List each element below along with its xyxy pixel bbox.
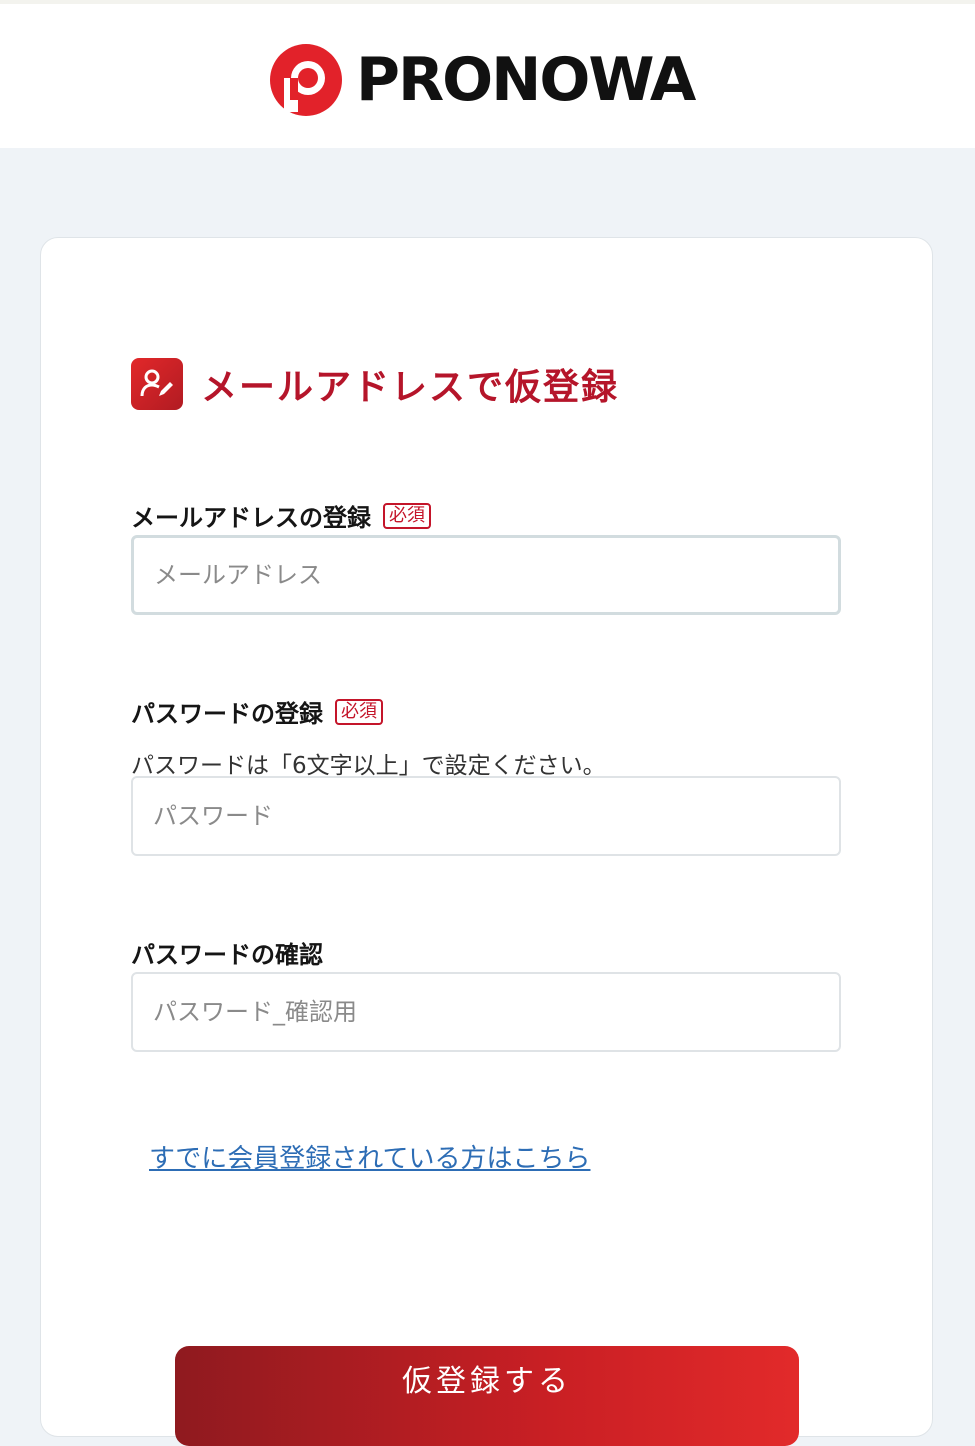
email-label: メールアドレスの登録 必須 [131,498,431,533]
registration-card: メールアドレスで仮登録 メールアドレスの登録 必須 パスワードの登録 必須 パス… [40,237,933,1446]
page-title: メールアドレスで仮登録 [201,367,620,408]
required-badge: 必須 [383,502,431,529]
logo-text: PRONOWA [356,45,696,115]
user-edit-icon [131,358,183,410]
password-hint: パスワードは「6文字以上」で設定ください。 [131,753,606,779]
email-input[interactable] [131,535,841,615]
password-confirm-label: パスワードの確認 [131,935,323,970]
password-confirm-input[interactable] [131,972,841,1052]
form-title: メールアドレスで仮登録 [131,358,619,410]
pronowa-p-logo-icon [270,44,342,116]
existing-member-login-link[interactable]: すでに会員登録されている方はこちら [149,1138,590,1175]
password-input[interactable] [131,776,841,856]
required-badge: 必須 [335,698,383,725]
password-label: パスワードの登録 必須 [131,694,383,729]
pronowa-logo[interactable]: PRONOWA [268,42,696,118]
site-header: PRONOWA [0,0,975,148]
email-label-text: メールアドレスの登録 [131,504,371,532]
password-label-text: パスワードの登録 [131,700,323,728]
provisional-register-button[interactable]: 仮登録する [175,1346,799,1446]
password-confirm-label-text: パスワードの確認 [131,941,323,969]
